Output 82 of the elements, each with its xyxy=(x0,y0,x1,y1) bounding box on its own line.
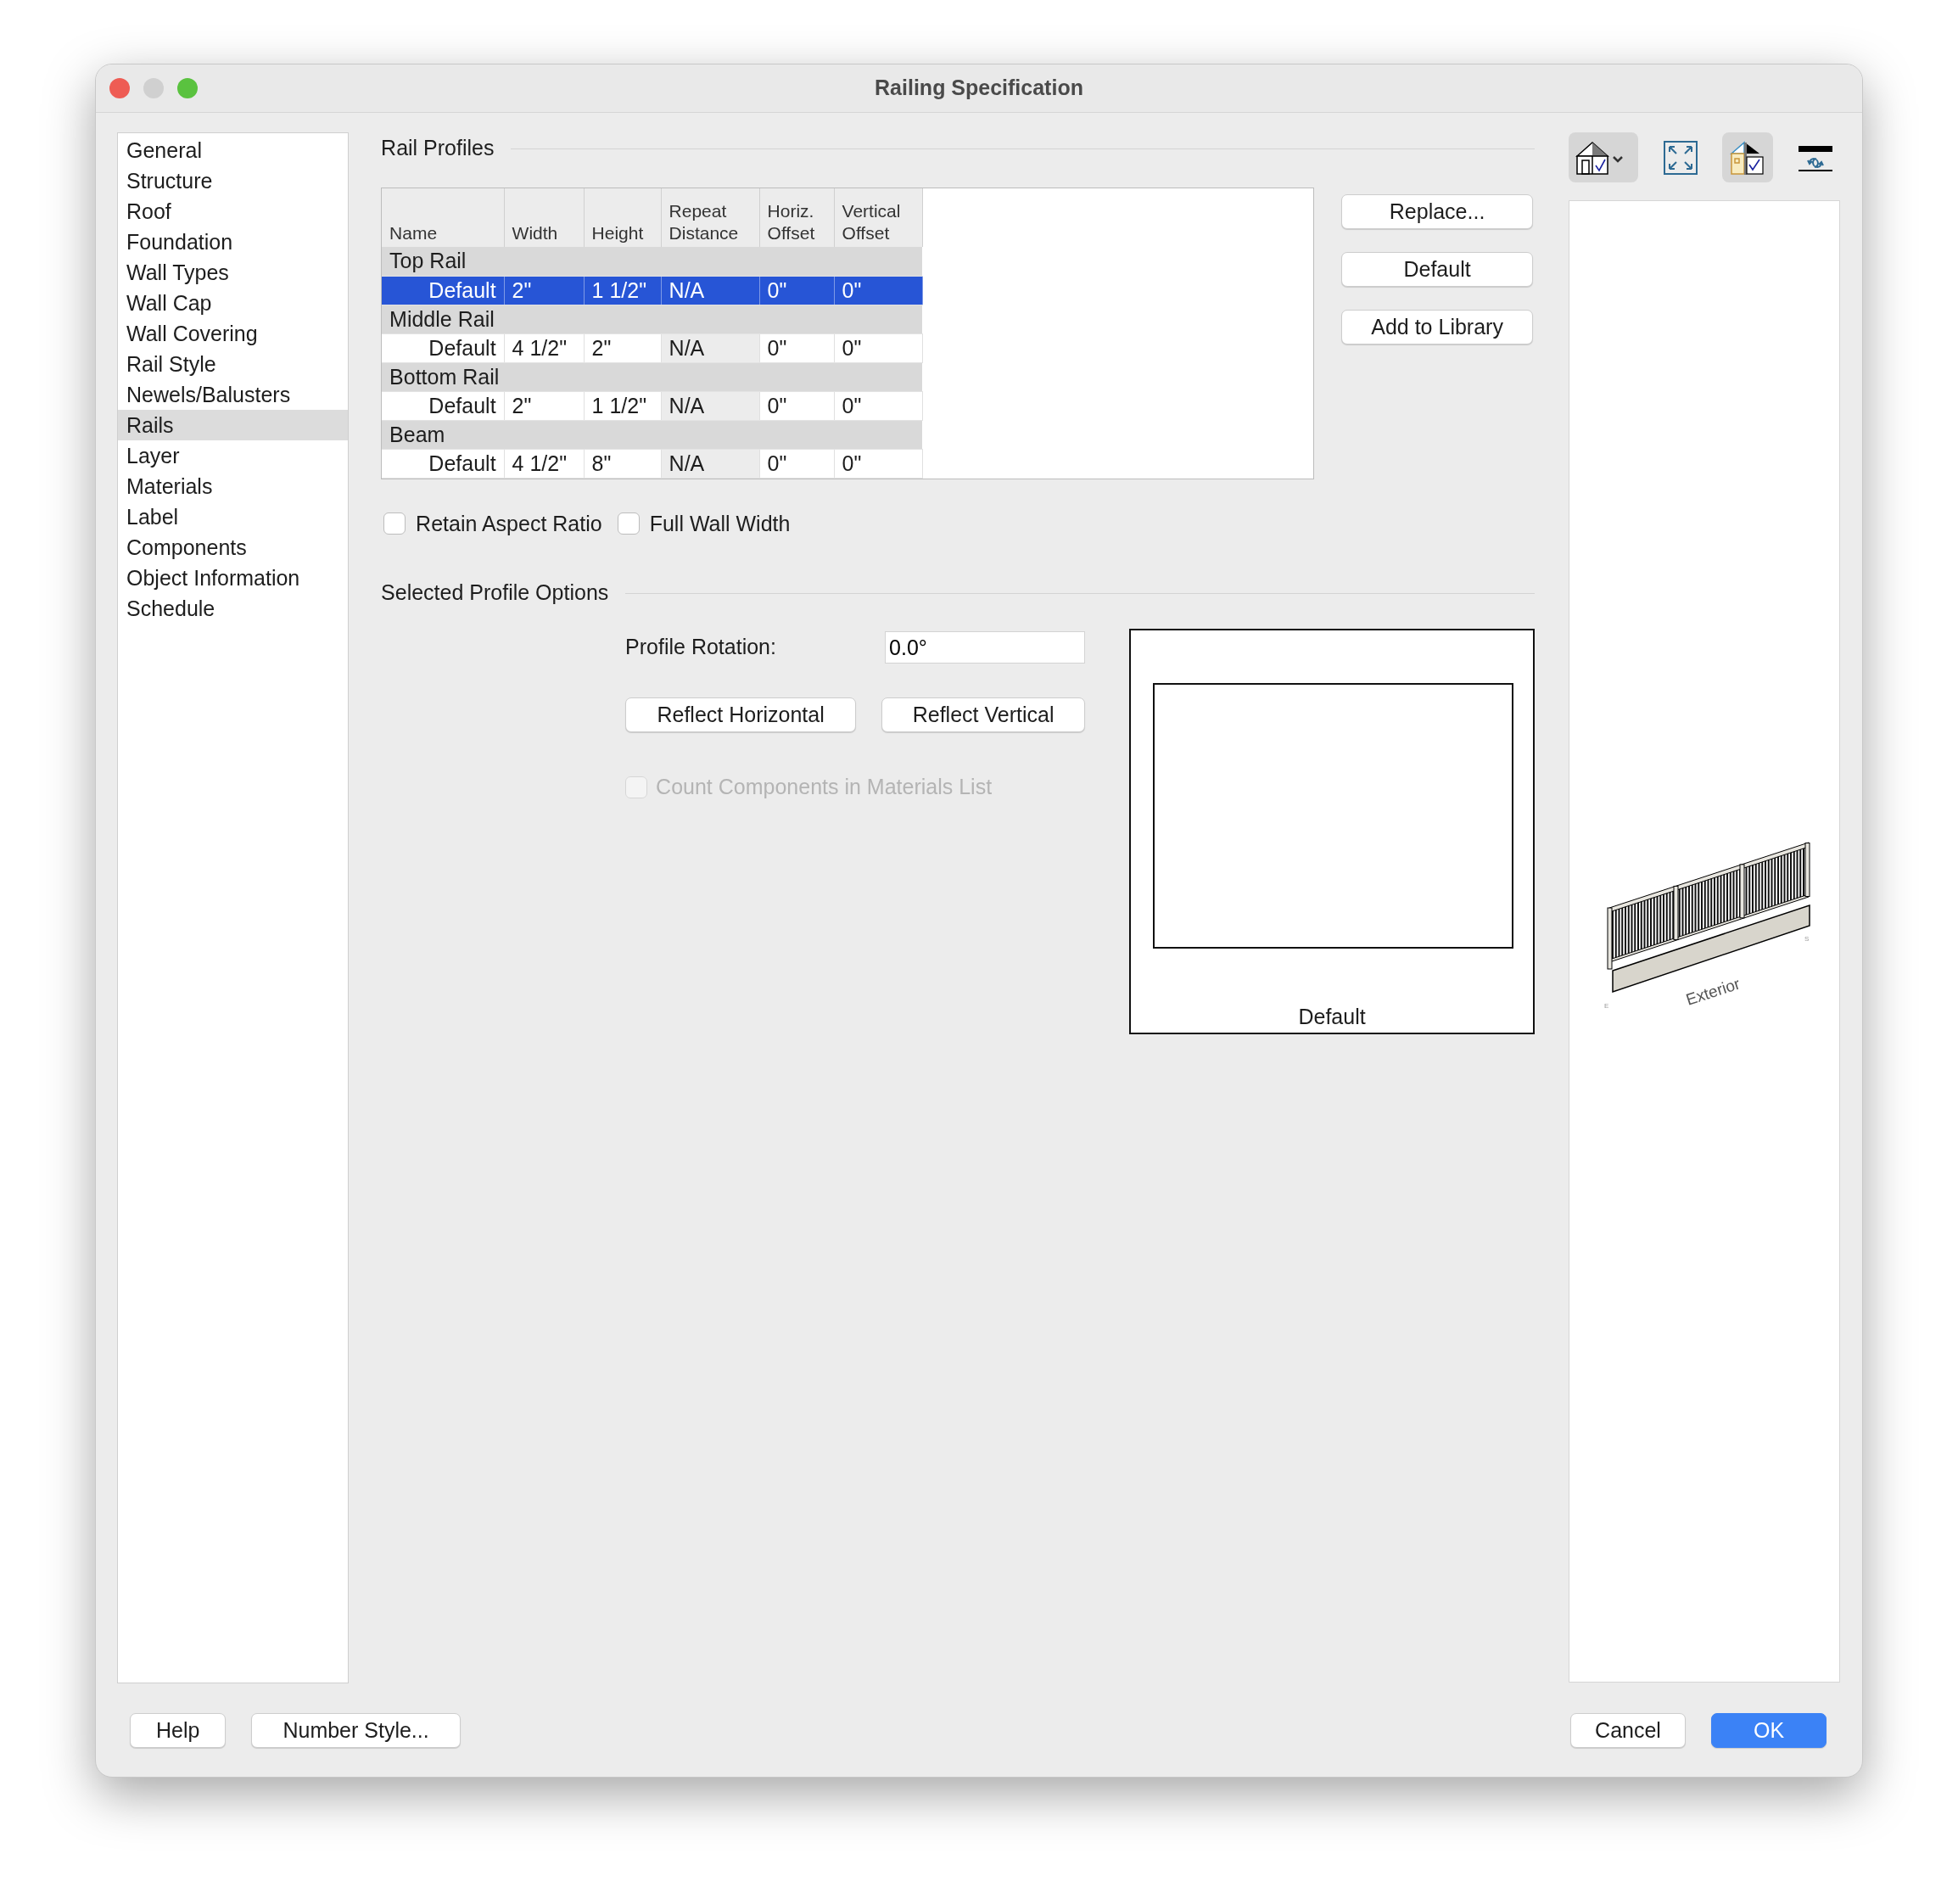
checkbox-label: Retain Aspect Ratio xyxy=(416,510,602,537)
checkbox[interactable] xyxy=(383,512,406,535)
sidebar-item[interactable]: General xyxy=(118,135,349,165)
column-header[interactable]: Height xyxy=(584,188,662,247)
group-name: Beam xyxy=(389,422,445,446)
checkbox-label: Count Components in Materials List xyxy=(656,774,993,800)
table-cell: 1 1/2" xyxy=(591,277,647,302)
action-button[interactable]: Default xyxy=(1341,252,1534,287)
sidebar-item[interactable]: Roof xyxy=(118,196,349,227)
table-cell: Default xyxy=(428,393,496,417)
preview-caption: Default xyxy=(1298,1003,1366,1030)
table-cell: 1 1/2" xyxy=(591,393,647,417)
sidebar-item[interactable]: Components xyxy=(118,532,349,563)
rail-refresh-icon xyxy=(1798,145,1833,173)
sidebar-item[interactable]: Wall Types xyxy=(118,257,349,288)
table-row[interactable]: Default 2" 1 1/2" N/A 0" 0" xyxy=(382,391,923,420)
column-header[interactable]: Vertical Offset xyxy=(834,188,923,247)
action-button[interactable]: Replace... xyxy=(1341,194,1534,229)
table-cell: Default xyxy=(428,451,496,475)
toolbar-button[interactable] xyxy=(1569,132,1639,182)
reflect-button[interactable]: Reflect Horizontal xyxy=(625,697,857,732)
table-row[interactable]: Default 4 1/2" 8" N/A 0" 0" xyxy=(382,449,923,478)
ok-button[interactable]: OK xyxy=(1711,1712,1827,1748)
table-cell: 4 1/2" xyxy=(512,451,568,475)
column-header[interactable]: Horiz. Offset xyxy=(759,188,835,247)
table-cell: 0" xyxy=(842,277,862,302)
sidebar-item[interactable]: Rails xyxy=(118,410,349,440)
group-name: Bottom Rail xyxy=(389,364,500,389)
toolbar-button[interactable] xyxy=(1722,132,1774,182)
table-cell: 2" xyxy=(512,277,532,302)
table-row[interactable]: Default 2" 1 1/2" N/A 0" 0" xyxy=(382,276,923,305)
table-cell: 0" xyxy=(842,335,862,360)
table-cell: 0" xyxy=(767,335,787,360)
footer-button[interactable]: Help xyxy=(130,1712,227,1748)
checkbox[interactable] xyxy=(617,512,640,535)
group-name: Middle Rail xyxy=(389,306,495,331)
sidebar-item[interactable]: Wall Covering xyxy=(118,318,349,349)
sidebar-item[interactable]: Layer xyxy=(118,440,349,471)
sidebar-item[interactable]: Materials xyxy=(118,471,349,501)
checkbox-label: Full Wall Width xyxy=(649,510,791,537)
sidebar-item[interactable]: Structure xyxy=(118,165,349,196)
table-cell: 0" xyxy=(842,451,862,475)
reflect-button[interactable]: Reflect Vertical xyxy=(881,697,1086,732)
table-cell: 0" xyxy=(842,393,862,417)
sidebar-item[interactable]: Label xyxy=(118,501,349,532)
rotation-field[interactable]: 0.0° xyxy=(885,631,1086,664)
close-icon[interactable] xyxy=(109,78,130,98)
sidebar-item[interactable]: Schedule xyxy=(118,593,349,624)
field-label: Profile Rotation: xyxy=(625,634,777,661)
action-button[interactable]: Add to Library xyxy=(1341,310,1534,344)
table-cell: 0" xyxy=(767,451,787,475)
table-cell: 0" xyxy=(767,393,787,417)
table-cell: Default xyxy=(428,277,496,302)
group-name: Top Rail xyxy=(389,249,467,273)
sidebar-item[interactable]: Wall Cap xyxy=(118,288,349,318)
table-cell: 8" xyxy=(591,451,612,475)
sidebar-item[interactable]: Object Information xyxy=(118,563,349,593)
zoom-icon[interactable] xyxy=(177,78,198,98)
sidebar-item[interactable]: Rail Style xyxy=(118,349,349,379)
sidebar-item[interactable]: Foundation xyxy=(118,227,349,257)
table-cell: 4 1/2" xyxy=(512,335,568,360)
wall-side-label: Exterior xyxy=(1683,974,1743,1009)
table-row[interactable]: Default 4 1/2" 2" N/A 0" 0" xyxy=(382,333,923,362)
footer-button[interactable]: Number Style... xyxy=(251,1712,461,1748)
expand-arrows-icon xyxy=(1662,139,1698,176)
end-label: S xyxy=(1804,935,1810,943)
sidebar-item[interactable]: Newels/Balusters xyxy=(118,379,349,410)
table-cell: N/A xyxy=(669,393,705,417)
table-cell: N/A xyxy=(669,335,705,360)
window-title: Railing Specification xyxy=(875,75,1083,102)
cancel-button[interactable]: Cancel xyxy=(1570,1712,1686,1748)
table-cell: Default xyxy=(428,335,496,360)
table-cell: 2" xyxy=(591,335,612,360)
table-cell: 0" xyxy=(767,277,787,302)
table-cell: N/A xyxy=(669,277,705,302)
column-header[interactable]: Width xyxy=(504,188,585,247)
column-header[interactable]: Name xyxy=(382,188,505,247)
end-label: E xyxy=(1604,1002,1609,1010)
table-cell: N/A xyxy=(669,451,705,475)
section-title: Rail Profiles xyxy=(381,135,495,162)
table-cell: 2" xyxy=(512,393,532,417)
section-title: Selected Profile Options xyxy=(381,580,609,607)
